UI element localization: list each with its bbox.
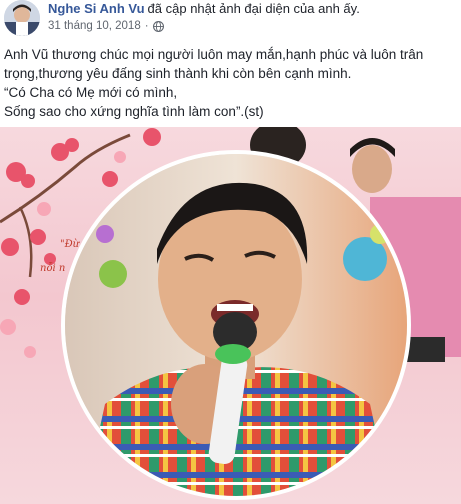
author-name-link[interactable]: Nghe Si Anh Vu <box>48 1 145 16</box>
post-text-line: Sống sao cho xứng nghĩa tình làm con”.(s… <box>4 104 264 119</box>
profile-picture-circle <box>61 150 411 500</box>
facebook-post: Nghe Si Anh Vu đã cập nhật ảnh đại diện c… <box>0 0 461 504</box>
meta-separator: · <box>144 20 149 32</box>
author-line: Nghe Si Anh Vu đã cập nhật ảnh đại diện c… <box>48 1 360 16</box>
post-action-text: đã cập nhật ảnh đại diện của anh ấy. <box>147 1 360 16</box>
author-avatar[interactable] <box>4 0 40 36</box>
globe-icon[interactable] <box>152 20 164 32</box>
singer-portrait <box>65 154 407 496</box>
post-meta: 31 tháng 10, 2018 · <box>48 20 164 32</box>
post-header: Nghe Si Anh Vu đã cập nhật ảnh đại diện c… <box>0 0 461 40</box>
post-text-line: trọng,thương yêu đấng sinh thành khi còn… <box>4 66 352 81</box>
post-message: Anh Vũ thương chúc mọi người luôn may mắ… <box>4 45 454 121</box>
post-text-line: Anh Vũ thương chúc mọi người luôn may mắ… <box>4 47 424 62</box>
post-timestamp[interactable]: 31 tháng 10, 2018 <box>48 20 141 32</box>
post-text-line: “Có Cha có Mẹ mới có mình, <box>4 85 178 100</box>
profile-photo-post-image[interactable]: "Đừ nỗi n <box>0 127 461 504</box>
background-text: nỗi n <box>40 263 66 274</box>
